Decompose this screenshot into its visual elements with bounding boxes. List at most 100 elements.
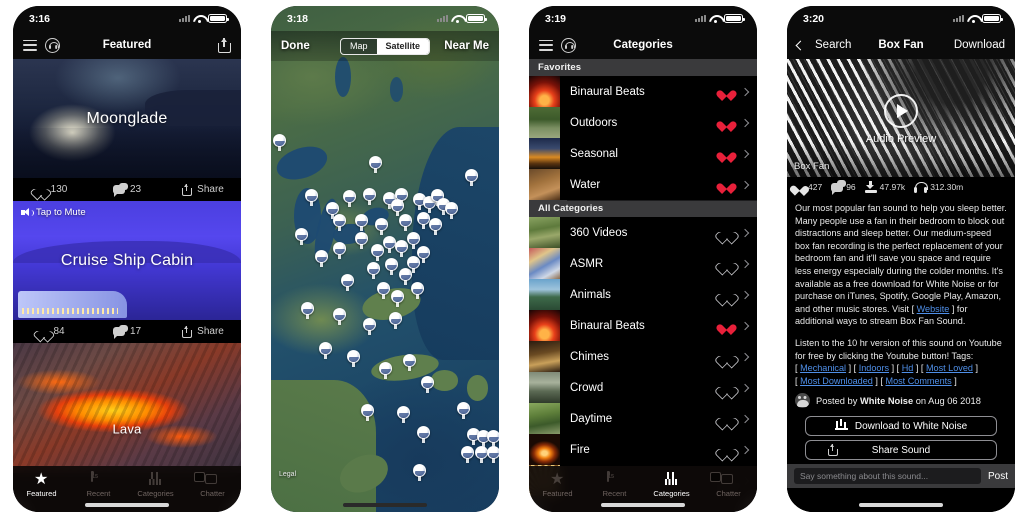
category-row[interactable]: Binaural Beats [529, 76, 757, 107]
favorite-toggle[interactable] [719, 289, 734, 301]
map-pin[interactable] [363, 318, 376, 335]
map-pin[interactable] [295, 228, 308, 245]
comment-button[interactable]: 23 [89, 182, 165, 197]
favorite-toggle[interactable] [719, 117, 734, 129]
download-button[interactable]: Download [954, 39, 1005, 51]
map-pin[interactable] [413, 464, 426, 481]
hamburger-icon[interactable] [23, 39, 37, 51]
map-pin[interactable] [363, 188, 376, 205]
map-canvas[interactable] [271, 6, 499, 512]
tab-chatter[interactable]: Chatter [184, 472, 241, 498]
category-row[interactable]: Animals [529, 279, 757, 310]
like-button[interactable]: 84 [13, 326, 89, 337]
share-sound-button[interactable]: Share Sound [805, 440, 997, 461]
map-pin[interactable] [301, 302, 314, 319]
comment-input[interactable]: Say something about this sound... [794, 468, 981, 484]
tag-indoors[interactable]: Indoors [859, 363, 889, 373]
play-icon[interactable] [884, 93, 918, 128]
map-pin[interactable] [377, 282, 390, 299]
tag-hd[interactable]: Hd [902, 363, 914, 373]
map-pin[interactable] [347, 350, 360, 367]
category-row[interactable]: Seasonal [529, 138, 757, 169]
map-pin[interactable] [343, 190, 356, 207]
categories-list[interactable]: Favorites Binaural Beats Outdoors Season… [529, 59, 757, 512]
category-row[interactable]: Outdoors [529, 107, 757, 138]
category-row[interactable]: ASMR [529, 248, 757, 279]
tab-featured[interactable]: ★ Featured [13, 472, 70, 499]
favorite-toggle[interactable] [719, 258, 734, 270]
stat-likes[interactable]: 427 [793, 182, 822, 193]
map-pin[interactable] [333, 308, 346, 325]
headphones-logo-icon[interactable] [45, 37, 60, 53]
favorite-toggle[interactable] [719, 351, 734, 363]
share-button[interactable]: Share [165, 325, 241, 338]
like-button[interactable]: 130 [13, 184, 89, 195]
tag-most-downloaded[interactable]: Most Downloaded [800, 376, 873, 386]
favorite-toggle[interactable] [719, 86, 734, 98]
hamburger-icon[interactable] [539, 39, 553, 51]
near-me-button[interactable]: Near Me [444, 40, 489, 52]
mute-toggle[interactable]: Tap to Mute [21, 207, 86, 218]
category-row[interactable]: Crowd [529, 372, 757, 403]
tab-chatter[interactable]: Chatter [700, 472, 757, 498]
map-pin[interactable] [417, 426, 430, 443]
tag-mechanical[interactable]: Mechanical [800, 363, 846, 373]
map-pin[interactable] [319, 342, 332, 359]
map-pin[interactable] [355, 214, 368, 231]
map-pin[interactable] [457, 402, 470, 419]
map-pin[interactable] [391, 290, 404, 307]
map-pin[interactable] [333, 242, 346, 259]
category-row[interactable]: 360 Videos [529, 217, 757, 248]
hero-image[interactable]: Audio Preview Box Fan [787, 59, 1015, 177]
map-pin[interactable] [355, 232, 368, 249]
share-button[interactable]: Share [165, 183, 241, 196]
map-pin[interactable] [399, 214, 412, 231]
map-type-segmented-control[interactable]: Map Satellite [339, 37, 431, 55]
map-pin[interactable] [367, 262, 380, 279]
feed-card-image[interactable]: Tap to Mute Cruise Ship Cabin [13, 201, 241, 320]
map-pin[interactable] [315, 250, 328, 267]
map-pin[interactable] [429, 218, 442, 235]
favorite-toggle[interactable] [719, 227, 734, 239]
category-row[interactable]: Daytime [529, 403, 757, 434]
tag-most-loved[interactable]: Most Loved [926, 363, 973, 373]
done-button[interactable]: Done [281, 40, 310, 52]
map-pin[interactable] [487, 446, 499, 463]
map-pin[interactable] [361, 404, 374, 421]
feed-card-image[interactable]: Moonglade [13, 59, 241, 178]
poster-row[interactable]: Posted by White Noise on Aug 06 2018 [787, 387, 1015, 412]
map-pin[interactable] [421, 376, 434, 393]
favorite-toggle[interactable] [719, 382, 734, 394]
download-to-white-noise-button[interactable]: Download to White Noise [805, 416, 997, 437]
tab-recent[interactable]: 15 Recent [586, 471, 643, 498]
map-pin[interactable] [273, 134, 286, 151]
featured-feed[interactable]: Moonglade 130 23 Share Tap to Mute Cruis… [13, 59, 241, 512]
map-pin[interactable] [407, 256, 420, 273]
favorite-toggle[interactable] [719, 413, 734, 425]
stat-comments[interactable]: 96 [831, 180, 856, 195]
tab-featured[interactable]: ★ Featured [529, 472, 586, 499]
favorite-toggle[interactable] [719, 444, 734, 456]
map-pin[interactable] [397, 406, 410, 423]
tab-recent[interactable]: 15 Recent [70, 471, 127, 498]
share-button[interactable] [218, 37, 231, 53]
favorite-toggle[interactable] [719, 148, 734, 160]
feed-card-image[interactable]: Lava [13, 343, 241, 473]
map-pin[interactable] [333, 214, 346, 231]
tab-categories[interactable]: Categories [643, 472, 700, 498]
map-pin[interactable] [385, 258, 398, 275]
favorite-toggle[interactable] [719, 179, 734, 191]
category-row[interactable]: Chimes [529, 341, 757, 372]
tab-categories[interactable]: Categories [127, 472, 184, 498]
back-button[interactable]: Search [795, 39, 851, 51]
comment-button[interactable]: 17 [89, 324, 165, 339]
map-pin[interactable] [369, 156, 382, 173]
category-row[interactable]: Fire [529, 434, 757, 465]
map-pin[interactable] [389, 312, 402, 329]
post-button[interactable]: Post [988, 471, 1008, 482]
headphones-logo-icon[interactable] [561, 37, 576, 53]
map-pin[interactable] [341, 274, 354, 291]
website-link[interactable]: Website [917, 304, 950, 314]
map-pin[interactable] [465, 169, 478, 186]
tag-most-comments[interactable]: Most Comments [886, 376, 952, 386]
